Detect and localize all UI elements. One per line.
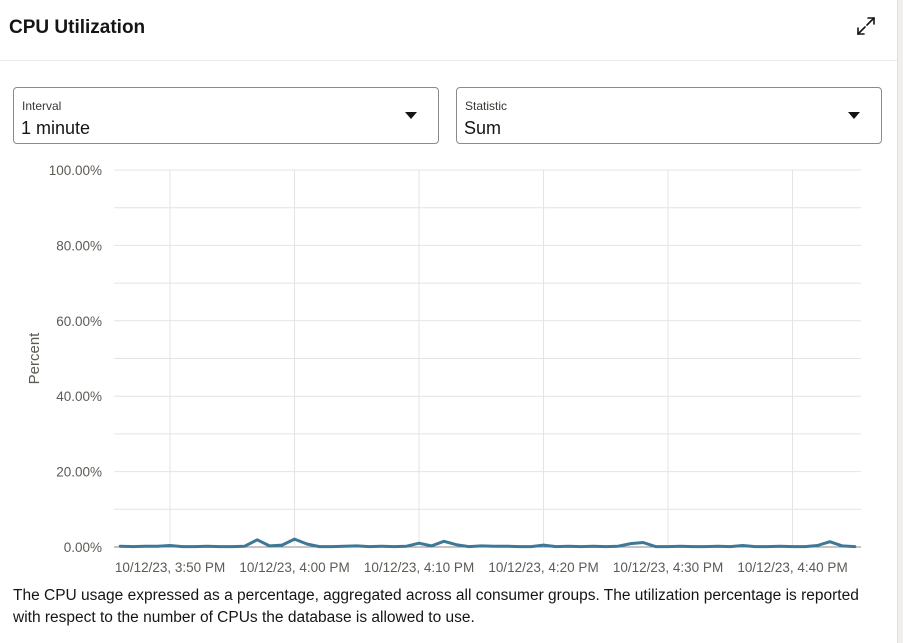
series-line xyxy=(118,537,857,549)
x-tick-label: 10/12/23, 4:00 PM xyxy=(239,560,349,575)
interval-value: 1 minute xyxy=(21,118,91,138)
x-tick-label: 10/12/23, 3:50 PM xyxy=(115,560,225,575)
statistic-label: Statistic xyxy=(465,99,508,113)
statistic-select[interactable]: Statistic Sum xyxy=(456,87,882,144)
statistic-value: Sum xyxy=(464,118,502,138)
panel-header: CPU Utilization xyxy=(0,0,897,61)
y-tick-label: 20.00% xyxy=(56,465,102,480)
x-tick-label: 10/12/23, 4:30 PM xyxy=(613,560,723,575)
x-tick-label: 10/12/23, 4:10 PM xyxy=(364,560,474,575)
y-tick-label: 0.00% xyxy=(64,540,102,555)
y-tick-label: 100.00% xyxy=(49,163,102,178)
chevron-down-icon xyxy=(405,112,417,119)
chart-description: The CPU usage expressed as a percentage,… xyxy=(13,587,859,626)
expand-icon xyxy=(857,17,875,35)
interval-select[interactable]: Interval 1 minute xyxy=(13,87,439,144)
scrollbar-track[interactable] xyxy=(897,0,903,643)
chevron-down-icon xyxy=(848,112,860,119)
x-tick-label: 10/12/23, 4:20 PM xyxy=(488,560,598,575)
interval-label: Interval xyxy=(22,99,62,113)
y-axis-label: Percent xyxy=(26,332,43,385)
panel-title: CPU Utilization xyxy=(9,17,146,38)
y-tick-label: 80.00% xyxy=(56,238,102,253)
y-tick-label: 60.00% xyxy=(56,314,102,329)
y-tick-label: 40.00% xyxy=(56,389,102,404)
cpu-utilization-chart: 100.00% 80.00% 60.00% 40.00% 20.00% 0.00% 10/1… xyxy=(26,163,861,575)
expand-button[interactable] xyxy=(852,12,880,40)
x-tick-label: 10/12/23, 4:40 PM xyxy=(737,560,847,575)
